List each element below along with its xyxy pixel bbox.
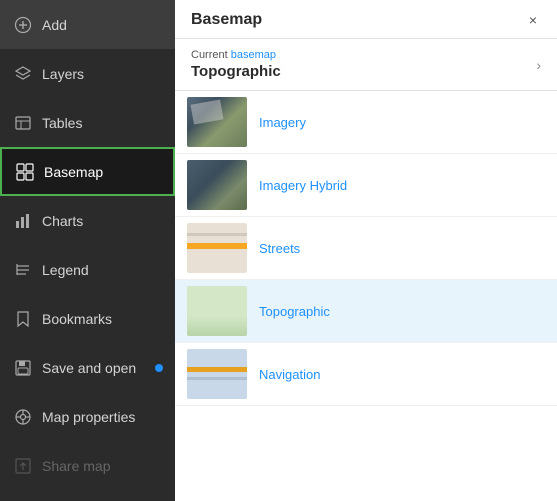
map-props-icon	[14, 408, 32, 426]
sidebar-item-share-map[interactable]: Share map	[0, 441, 175, 490]
basemap-thumb-imagery-hybrid	[187, 160, 247, 210]
sidebar-item-basemap-label: Basemap	[44, 164, 103, 180]
basemap-name-imagery: Imagery	[259, 115, 306, 130]
tables-icon	[14, 114, 32, 132]
sidebar-item-map-properties[interactable]: Map properties	[0, 392, 175, 441]
basemap-name-imagery-hybrid: Imagery Hybrid	[259, 178, 347, 193]
basemap-thumb-navigation	[187, 349, 247, 399]
basemap-icon	[16, 163, 34, 181]
close-button[interactable]: ×	[525, 10, 541, 30]
sidebar-item-save-label: Save and open	[42, 360, 136, 376]
basemap-thumb-topographic	[187, 286, 247, 336]
sidebar-item-charts-label: Charts	[42, 213, 83, 229]
basemap-name-streets: Streets	[259, 241, 300, 256]
add-icon	[14, 16, 32, 34]
layers-icon	[14, 65, 32, 83]
current-basemap-section[interactable]: Current basemap Topographic ›	[175, 39, 557, 91]
panel-title: Basemap	[191, 11, 262, 29]
basemap-item-streets[interactable]: Streets	[175, 217, 557, 280]
sidebar-item-legend-label: Legend	[42, 262, 89, 278]
basemap-thumb-imagery	[187, 97, 247, 147]
sidebar-item-add[interactable]: Add	[0, 0, 175, 49]
sidebar-item-legend[interactable]: Legend	[0, 245, 175, 294]
save-icon	[14, 359, 32, 377]
sidebar-item-map-props-label: Map properties	[42, 409, 135, 425]
sidebar-item-tables-label: Tables	[42, 115, 82, 131]
sidebar-item-add-label: Add	[42, 17, 67, 33]
chevron-right-icon: ›	[536, 57, 541, 73]
sidebar-item-layers-label: Layers	[42, 66, 84, 82]
basemap-panel: Basemap × Current basemap Topographic › …	[175, 0, 557, 501]
sidebar-item-bookmarks[interactable]: Bookmarks	[0, 294, 175, 343]
current-basemap-name: Topographic	[191, 63, 281, 80]
current-basemap-content: Current basemap Topographic	[191, 49, 281, 80]
current-basemap-label: Current basemap	[191, 49, 281, 61]
charts-icon	[14, 212, 32, 230]
basemap-name-topographic: Topographic	[259, 304, 330, 319]
sidebar-item-share-label: Share map	[42, 458, 110, 474]
basemap-name-navigation: Navigation	[259, 367, 320, 382]
sidebar: Add Layers Tables	[0, 0, 175, 501]
basemap-item-topographic[interactable]: Topographic	[175, 280, 557, 343]
sidebar-item-bookmarks-label: Bookmarks	[42, 311, 112, 327]
sidebar-item-tables[interactable]: Tables	[0, 98, 175, 147]
save-notification-dot	[155, 364, 163, 372]
bookmarks-icon	[14, 310, 32, 328]
share-icon	[14, 457, 32, 475]
legend-icon	[14, 261, 32, 279]
basemap-list: Imagery Imagery Hybrid Streets Topograph…	[175, 91, 557, 501]
basemap-item-navigation[interactable]: Navigation	[175, 343, 557, 406]
basemap-thumb-streets	[187, 223, 247, 273]
basemap-item-imagery-hybrid[interactable]: Imagery Hybrid	[175, 154, 557, 217]
sidebar-item-save-and-open[interactable]: Save and open	[0, 343, 175, 392]
sidebar-item-basemap[interactable]: Basemap	[0, 147, 175, 196]
sidebar-item-layers[interactable]: Layers	[0, 49, 175, 98]
basemap-item-imagery[interactable]: Imagery	[175, 91, 557, 154]
sidebar-item-charts[interactable]: Charts	[0, 196, 175, 245]
current-basemap-label-highlight: basemap	[231, 49, 276, 61]
panel-header: Basemap ×	[175, 0, 557, 39]
